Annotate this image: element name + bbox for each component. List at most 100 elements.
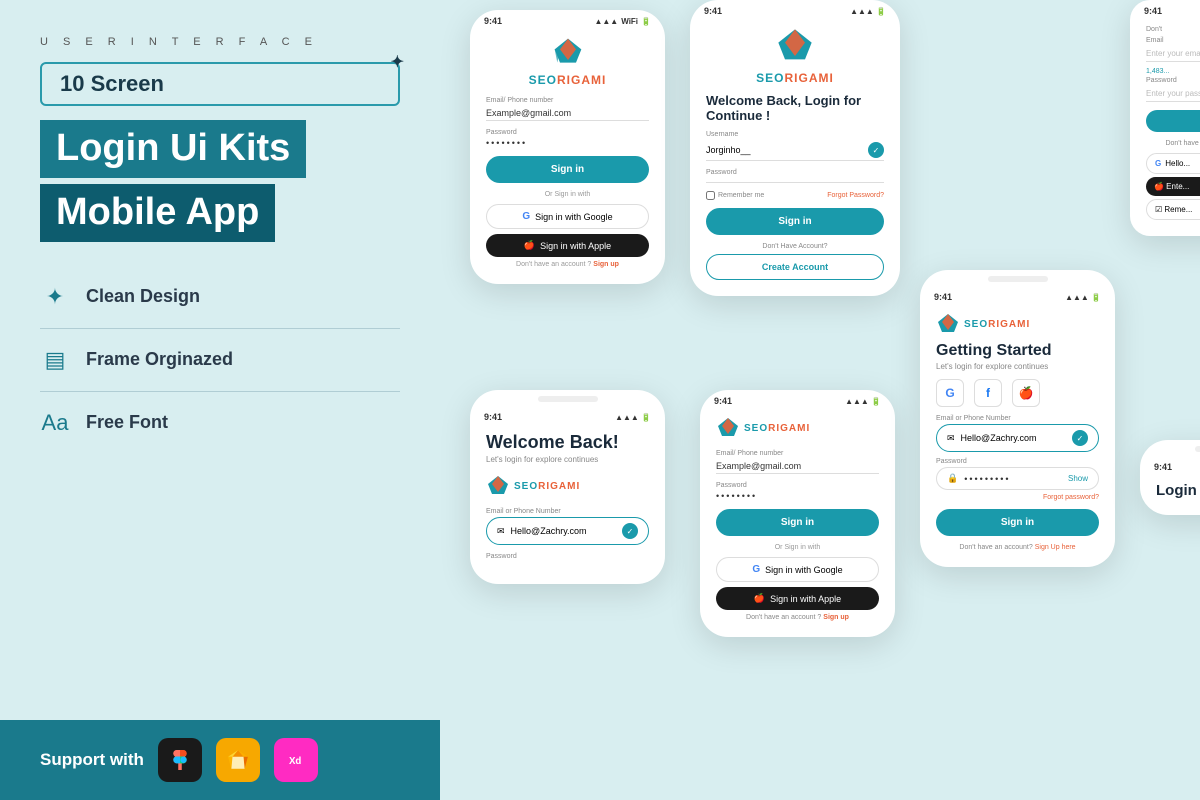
phone1-or-divider: Or Sign in with — [486, 191, 649, 198]
phone3-password-input[interactable] — [706, 178, 884, 183]
phone1-email-label: Email/ Phone number — [486, 97, 649, 104]
frame-icon: ▤ — [40, 347, 70, 373]
phone7-time: 9:41 — [1154, 462, 1172, 472]
phone6-google-partial[interactable]: G Hello... — [1146, 153, 1200, 174]
phone3-forgot-link[interactable]: Forgot Password? — [827, 192, 884, 199]
phone6-email-input[interactable]: Enter your email — [1146, 46, 1200, 62]
phone2-time: 9:41 — [484, 412, 502, 422]
phone5-apple-social[interactable]: 🍎 — [1012, 379, 1040, 407]
phone7-title: Login Account — [1156, 482, 1200, 499]
phone5-signup-link[interactable]: Sign Up here — [1035, 544, 1076, 551]
support-text: Support with — [40, 750, 144, 770]
phone3-status-icons: ▲▲▲ 🔋 — [850, 7, 886, 16]
right-area: 9:41 ▲▲▲ WiFi 🔋 SEORIGAMI Email/ Pho — [440, 0, 1200, 800]
phone6-dont-have: Don't have an account? Sign up — [1146, 140, 1200, 147]
phone5-logo-icon — [936, 312, 960, 336]
phone1-content: SEORIGAMI Email/ Phone number Example@gm… — [470, 28, 665, 284]
phone6-apple-partial[interactable]: 🍎 Ente... — [1146, 177, 1200, 196]
phone4-apple-btn[interactable]: 🍎 Sign in with Apple — [716, 587, 879, 610]
phone6-content: Don't Email Enter your email 1,483... Pa… — [1130, 18, 1200, 236]
feature-item-frame: ▤ Frame Orginazed — [40, 347, 400, 392]
phone4-password-label: Password — [716, 482, 879, 489]
title-block: Login Ui Kits Mobile App — [40, 120, 400, 242]
phone3-password-label: Password — [706, 169, 884, 176]
phone1-password-input[interactable]: •••••••• — [486, 138, 649, 148]
phone1-email-group: Email/ Phone number Example@gmail.com — [486, 97, 649, 121]
title-line2: Mobile App — [40, 184, 275, 242]
phone5-status-icons: ▲▲▲ 🔋 — [1065, 293, 1101, 302]
phone6-remember-partial[interactable]: ☑ Reme... — [1146, 199, 1200, 220]
phone6-dont-label: Don't — [1146, 26, 1200, 33]
phone4-email-input[interactable]: Example@gmail.com — [716, 459, 879, 474]
phone5-show-btn[interactable]: Show — [1068, 474, 1088, 483]
phone4-brand: SEORIGAMI — [744, 423, 810, 434]
phone2-email-label: Email or Phone Number — [486, 508, 649, 515]
phone5-google-social[interactable]: G — [936, 379, 964, 407]
phone5-signin-btn[interactable]: Sign in — [936, 509, 1099, 536]
screen-badge: 10 Screen — [40, 62, 400, 106]
phone6-status: 9:41 ▲▲▲ 🔋 — [1130, 0, 1200, 18]
phone2-email-value: Hello@Zachry.com — [511, 526, 616, 536]
phone-4: 9:41 ▲▲▲ 🔋 SEORIGAMI Email/ Phone number… — [700, 390, 895, 637]
phone5-facebook-social[interactable]: f — [974, 379, 1002, 407]
phone5-email-label: Email or Phone Number — [936, 415, 1099, 422]
phone3-username-label: Username — [706, 131, 884, 138]
subtitle-label: U S E R I N T E R F A C E — [40, 36, 400, 48]
phone2-status-icons: ▲▲▲ 🔋 — [615, 413, 651, 422]
phone2-logo-icon — [486, 474, 510, 498]
phone6-signin-btn[interactable]: Sign In — [1146, 110, 1200, 132]
phone5-dont-have: Don't have an account? Sign Up here — [936, 544, 1099, 551]
phone4-signin-btn[interactable]: Sign in — [716, 509, 879, 536]
phone1-status: 9:41 ▲▲▲ WiFi 🔋 — [470, 10, 665, 28]
phone4-content: SEORIGAMI Email/ Phone number Example@gm… — [700, 408, 895, 637]
phone2-email-group: Email or Phone Number ✉ Hello@Zachry.com… — [486, 508, 649, 545]
phone1-time: 9:41 — [484, 16, 502, 26]
phone2-status: 9:41 ▲▲▲ 🔋 — [470, 406, 665, 424]
phone1-logo-icon — [552, 36, 584, 68]
phone3-signin-btn[interactable]: Sign in — [706, 208, 884, 235]
phone-7: 9:41 ▲▲▲ 🔋 Login Account — [1140, 440, 1200, 515]
phone4-password-input[interactable]: •••••••• — [716, 491, 879, 501]
feature-item-clean-design: ✦ Clean Design — [40, 284, 400, 329]
phone5-time: 9:41 — [934, 292, 952, 302]
phone4-time: 9:41 — [714, 396, 732, 406]
phone6-password-label: Password — [1146, 77, 1200, 84]
phone5-notch — [988, 276, 1048, 282]
phone2-title: Welcome Back! — [486, 432, 649, 453]
phone5-email-input-wrapper[interactable]: ✉ Hello@Zachry.com ✓ — [936, 424, 1099, 452]
phone1-apple-btn[interactable]: 🍎 Sign in with Apple — [486, 234, 649, 257]
phone4-dont-have: Don't have an account ? Sign up — [716, 614, 879, 621]
phone1-signin-btn[interactable]: Sign in — [486, 156, 649, 183]
phone3-dont-have: Don't Have Account? — [706, 243, 884, 250]
phone5-password-dots: ••••••••• — [964, 474, 1062, 484]
phone5-status: 9:41 ▲▲▲ 🔋 — [920, 286, 1115, 304]
phone4-password-group: Password •••••••• — [716, 482, 879, 501]
phone1-email-input[interactable]: Example@gmail.com — [486, 106, 649, 121]
phone1-google-btn[interactable]: G Sign in with Google — [486, 204, 649, 229]
phone4-google-btn[interactable]: G Sign in with Google — [716, 557, 879, 582]
phone3-checkbox-row: Remember me Forgot Password? — [706, 191, 884, 200]
phone2-subtitle: Let's login for explore continues — [486, 455, 649, 464]
phone1-password-label: Password — [486, 129, 649, 136]
xd-badge: Xd — [274, 738, 318, 782]
phone6-password-input[interactable]: Enter your password — [1146, 86, 1200, 102]
left-panel: U S E R I N T E R F A C E 10 Screen Logi… — [0, 0, 440, 800]
phone5-check-icon: ✓ — [1072, 430, 1088, 446]
phone3-create-btn[interactable]: Create Account — [706, 254, 884, 280]
phone3-remember-checkbox[interactable] — [706, 191, 715, 200]
phone4-signup-link[interactable]: Sign up — [823, 614, 849, 621]
phone5-password-row[interactable]: 🔒 ••••••••• Show — [936, 467, 1099, 490]
phone5-social-row: G f 🍎 — [936, 379, 1099, 407]
phone2-notch — [538, 396, 598, 402]
phone4-status: 9:41 ▲▲▲ 🔋 — [700, 390, 895, 408]
clean-design-icon: ✦ — [40, 284, 70, 310]
phone2-password-group: Password — [486, 553, 649, 560]
phone2-email-input-wrapper[interactable]: ✉ Hello@Zachry.com ✓ — [486, 517, 649, 545]
sketch-badge — [216, 738, 260, 782]
support-bar: Support with — [0, 720, 440, 800]
phone7-status: 9:41 ▲▲▲ 🔋 — [1140, 456, 1200, 474]
phone1-signup-link[interactable]: Sign up — [593, 261, 619, 268]
phone3-username-value[interactable]: Jorginho__ — [706, 145, 868, 155]
phone-5: 9:41 ▲▲▲ 🔋 SEORIGAMI Getting Started Let… — [920, 270, 1115, 567]
phone5-forgot-link[interactable]: Forgot password? — [936, 494, 1099, 501]
